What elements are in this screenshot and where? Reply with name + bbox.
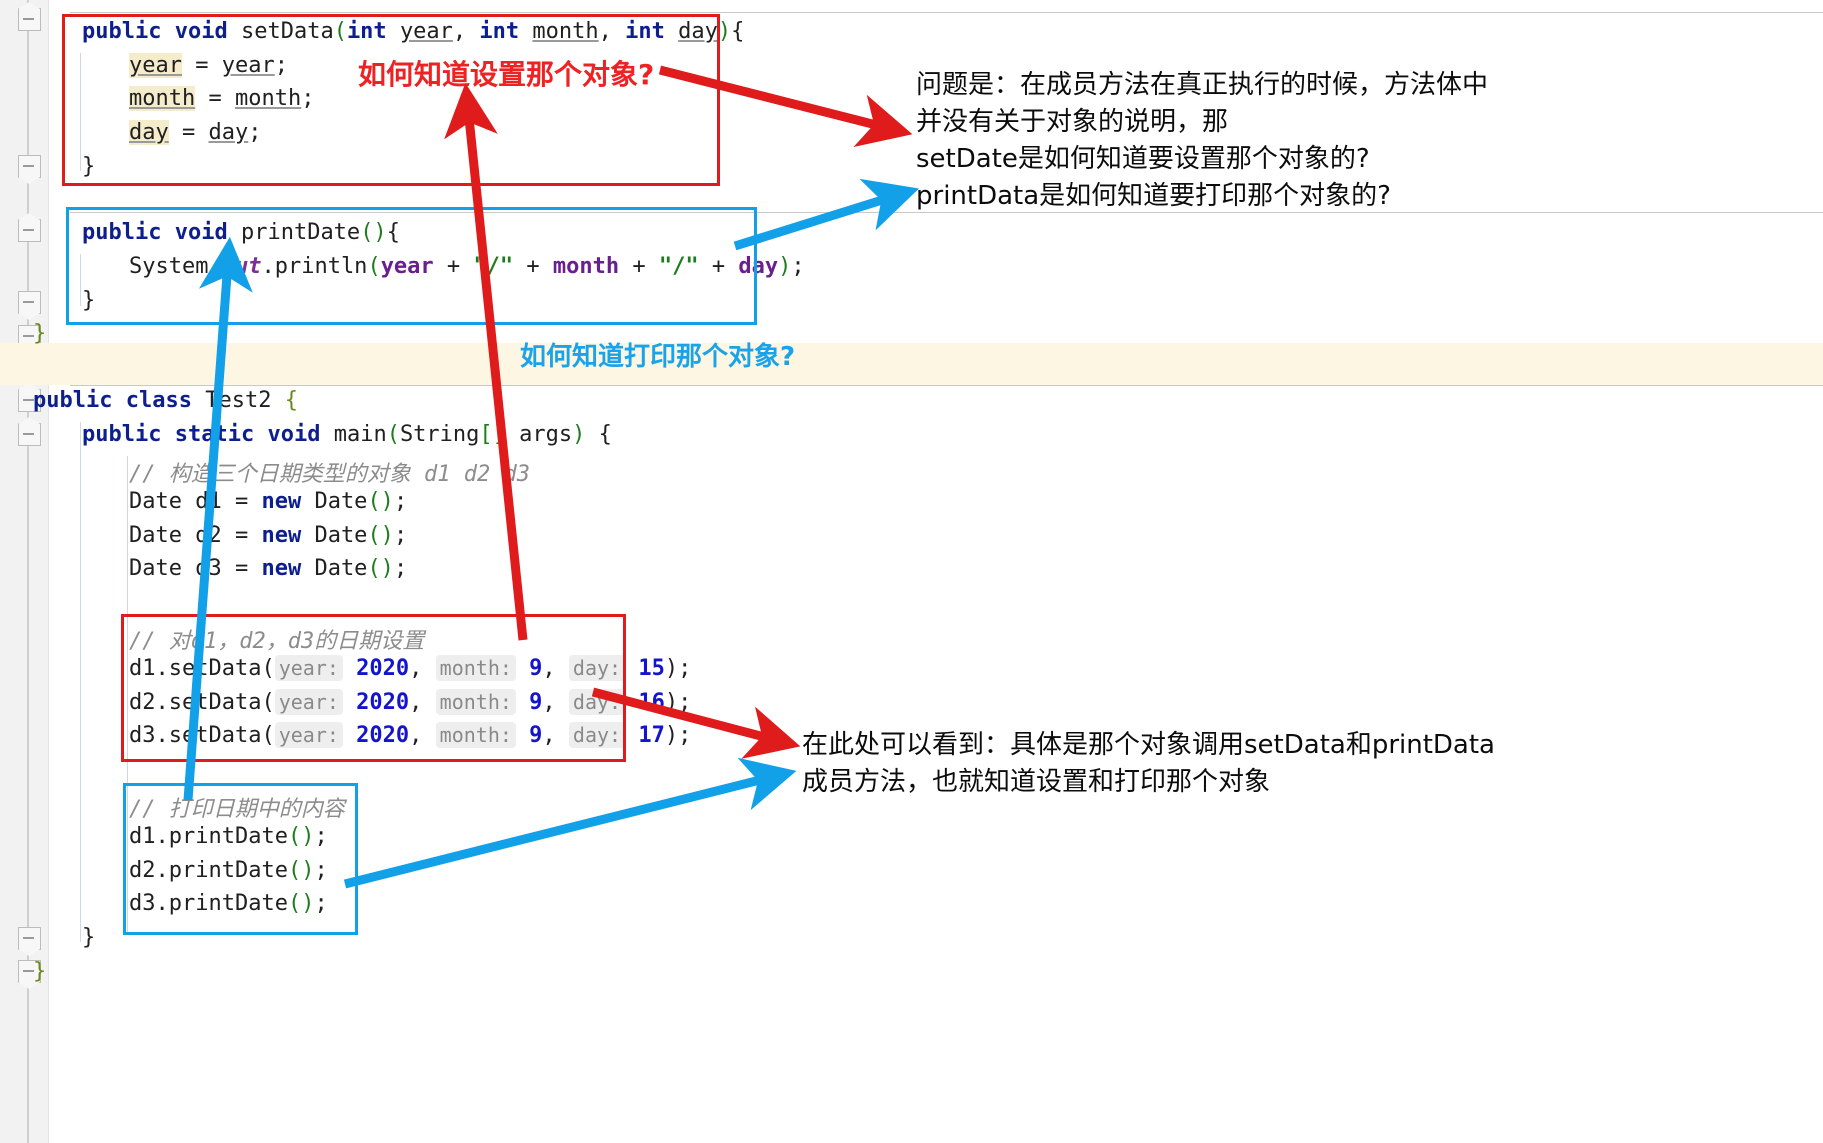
code-line-class-close: }: [33, 959, 47, 984]
editor-screenshot: public void setData(int year, int month,…: [0, 0, 1823, 1143]
editor-separator: [70, 385, 1823, 386]
highlighted-line-band: [0, 343, 1823, 385]
annotation-black-top-line-2: 并没有关于对象的说明，那: [916, 107, 1229, 137]
annotation-black-bottom-line-1: 在此处可以看到：具体是那个对象调用setData和printData: [802, 730, 1495, 760]
highlight-box-setdata-method: [62, 14, 720, 186]
code-line-main-signature: public static void main(String[] args) {: [82, 422, 612, 447]
code-line-new-date-1: Date d1 = new Date();: [129, 489, 408, 514]
code-comment-construct: // 构造三个日期类型的对象 d1 d2 d3: [129, 462, 530, 487]
fold-collapse-icon[interactable]: [18, 2, 41, 31]
annotation-black-bottom-line-2: 成员方法，也就知道设置和打印那个对象: [802, 767, 1271, 797]
fold-collapse-icon[interactable]: [18, 213, 41, 242]
editor-separator: [70, 12, 1823, 13]
code-line-new-date-2: Date d2 = new Date();: [129, 523, 408, 548]
arrow-blue-to-bottom-text: [343, 757, 797, 889]
fold-collapse-icon[interactable]: [18, 155, 41, 184]
annotation-blue-middle: 如何知道打印那个对象?: [520, 342, 796, 372]
fold-collapse-icon[interactable]: [18, 291, 41, 320]
arrow-blue-to-printdata-text: [733, 178, 920, 251]
annotation-black-top-line-1: 问题是：在成员方法在真正执行的时候，方法体中: [916, 70, 1489, 100]
annotation-black-top-line-3: setDate是如何知道要设置那个对象的?: [916, 144, 1370, 174]
code-line-date-class-close: }: [33, 321, 47, 346]
annotation-red-top: 如何知道设置那个对象?: [358, 58, 655, 91]
highlight-box-setdata-calls: [121, 614, 626, 762]
highlight-box-printdate-method: [66, 207, 757, 325]
code-line-main-close: }: [82, 925, 96, 950]
highlight-box-printdate-calls: [123, 783, 358, 935]
fold-collapse-icon[interactable]: [18, 417, 41, 446]
code-line-class-declaration: public class Test2 {: [33, 388, 298, 413]
indent-guide: [80, 422, 81, 942]
fold-collapse-icon[interactable]: [18, 927, 41, 956]
code-line-new-date-3: Date d3 = new Date();: [129, 556, 408, 581]
annotation-black-top-line-4: printData是如何知道要打印那个对象的?: [916, 181, 1391, 211]
